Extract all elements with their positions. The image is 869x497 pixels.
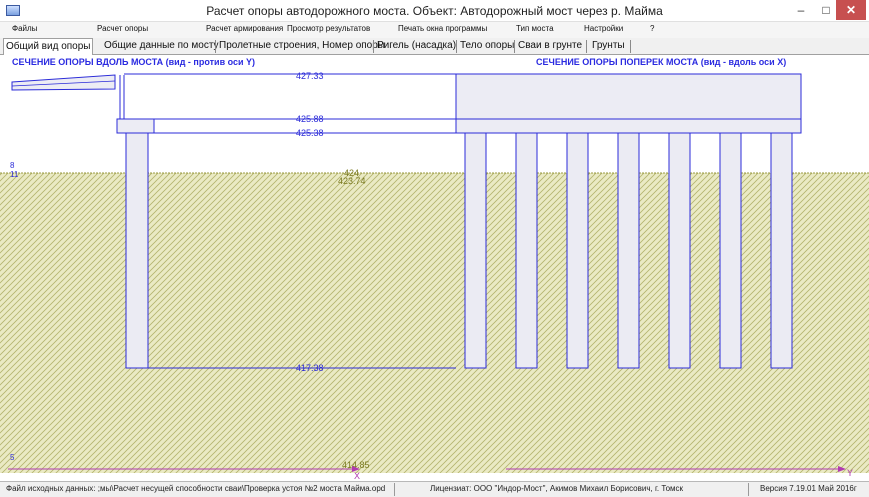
elevation-ground-2: 423.74 — [338, 176, 366, 186]
pile-7 — [770, 132, 793, 369]
elevation-cap-top: 425.88 — [296, 114, 324, 124]
pile-5 — [668, 132, 691, 369]
tab-separator — [514, 40, 515, 53]
tab-separator — [586, 40, 587, 53]
transverse-section-title: СЕЧЕНИЕ ОПОРЫ ПОПЕРЕК МОСТА (вид - вдоль… — [536, 57, 787, 67]
x-axis-label: X — [354, 471, 360, 481]
pile-4 — [617, 132, 640, 369]
elevation-top: 427.33 — [296, 71, 324, 81]
tab-crossbar[interactable]: Ригель (насадка) — [375, 40, 458, 51]
menu-print-window[interactable]: Печать окна программы — [398, 24, 487, 33]
tab-pier-body[interactable]: Тело опоры — [458, 40, 516, 51]
elevation-pile-tip: 417.38 — [296, 363, 324, 373]
crossbar-body — [455, 73, 802, 120]
crossbar-cap — [455, 118, 802, 134]
tab-soils[interactable]: Грунты — [590, 40, 627, 51]
layer-number: 8 — [10, 161, 15, 170]
menu-calc-support[interactable]: Расчет опоры — [97, 24, 148, 33]
status-bar: Файл исходных данных: ;мы\Расчет несущей… — [0, 481, 869, 497]
status-file-path: Файл исходных данных: ;мы\Расчет несущей… — [6, 484, 386, 493]
status-version: Версия 7.19.01 Май 2016г — [760, 484, 857, 493]
pile-2 — [515, 132, 538, 369]
pile-6 — [719, 132, 742, 369]
menu-bar: Файлы Расчет опоры Расчет армирования Пр… — [0, 22, 869, 38]
menu-calc-reinforcement[interactable]: Расчет армирования — [206, 24, 283, 33]
pile-3 — [566, 132, 589, 369]
tab-separator — [630, 40, 631, 53]
tab-piles[interactable]: Сваи в грунте — [516, 40, 584, 51]
menu-files[interactable]: Файлы — [12, 24, 37, 33]
bearing-block — [116, 118, 155, 134]
status-separator — [748, 483, 749, 496]
pile-1 — [464, 132, 487, 369]
menu-bridge-type[interactable]: Тип моста — [516, 24, 554, 33]
title-bar: Расчет опоры автодорожного моста. Объект… — [0, 0, 869, 22]
layer-label-top: 11 — [10, 170, 19, 179]
tab-bar: Общий вид опоры Общие данные по мосту Пр… — [0, 38, 869, 55]
tab-spans[interactable]: Пролетные строения, Номер опоры — [217, 40, 387, 51]
menu-settings[interactable]: Настройки — [584, 24, 623, 33]
window-title: Расчет опоры автодорожного моста. Объект… — [206, 4, 663, 18]
status-licensee: Лицензиат: ООО "Индор-Мост", Акимов Миха… — [430, 484, 684, 493]
layer-label-bottom: 5 — [10, 453, 15, 462]
y-axis-label: Y — [847, 468, 853, 478]
drawing-canvas: СЕЧЕНИЕ ОПОРЫ ВДОЛЬ МОСТА (вид - против … — [0, 55, 869, 481]
close-icon[interactable]: ✕ — [836, 0, 866, 20]
span-structure-end — [11, 74, 116, 91]
menu-help[interactable]: ? — [650, 24, 654, 33]
tab-general-view[interactable]: Общий вид опоры — [3, 38, 94, 55]
minimize-icon[interactable]: – — [787, 0, 815, 20]
tab-bridge-data[interactable]: Общие данные по мосту — [102, 40, 221, 51]
pier-drawing: 427.33 425.88 425.38 424 423.74 417.38 4… — [0, 71, 869, 481]
elevation-cap-bottom: 425.38 — [296, 128, 324, 138]
menu-view-results[interactable]: Просмотр результатов — [287, 24, 370, 33]
tab-separator — [456, 40, 457, 53]
tab-separator — [373, 40, 374, 53]
tab-separator — [215, 40, 216, 53]
status-separator — [394, 483, 395, 496]
pile-longitudinal — [125, 132, 149, 369]
longitudinal-section-title: СЕЧЕНИЕ ОПОРЫ ВДОЛЬ МОСТА (вид - против … — [12, 57, 256, 67]
